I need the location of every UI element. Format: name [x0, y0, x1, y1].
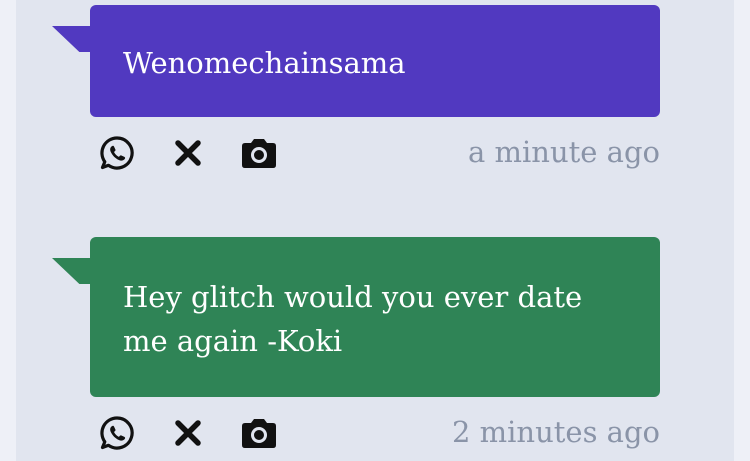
message-post: Hey glitch would you ever date me again …: [16, 232, 734, 461]
share-actions: [98, 414, 311, 452]
timestamp: 2 minutes ago: [451, 415, 660, 449]
message-post: Wenomechainsama a minute ago: [16, 0, 734, 190]
camera-icon: [242, 139, 276, 168]
bubble-tail: [52, 26, 92, 52]
message-bubble: Wenomechainsama: [90, 5, 660, 117]
whatsapp-share-button[interactable]: [98, 134, 136, 172]
camera-icon: [242, 419, 276, 448]
message-text: Hey glitch would you ever date me again …: [123, 280, 583, 358]
whatsapp-share-button[interactable]: [98, 414, 136, 452]
message-bubble: Hey glitch would you ever date me again …: [90, 237, 660, 397]
camera-share-button[interactable]: [240, 414, 278, 452]
timestamp: a minute ago: [468, 135, 660, 169]
x-share-button[interactable]: [169, 414, 207, 452]
message-feed: Wenomechainsama a minute ago Hey glitch …: [16, 0, 734, 461]
x-icon: [175, 420, 201, 446]
whatsapp-icon: [100, 416, 134, 450]
camera-share-button[interactable]: [240, 134, 278, 172]
x-icon: [175, 140, 201, 166]
x-share-button[interactable]: [169, 134, 207, 172]
bubble-tail: [52, 258, 92, 284]
message-text: Wenomechainsama: [123, 46, 406, 80]
share-actions: [98, 134, 311, 172]
whatsapp-icon: [100, 136, 134, 170]
